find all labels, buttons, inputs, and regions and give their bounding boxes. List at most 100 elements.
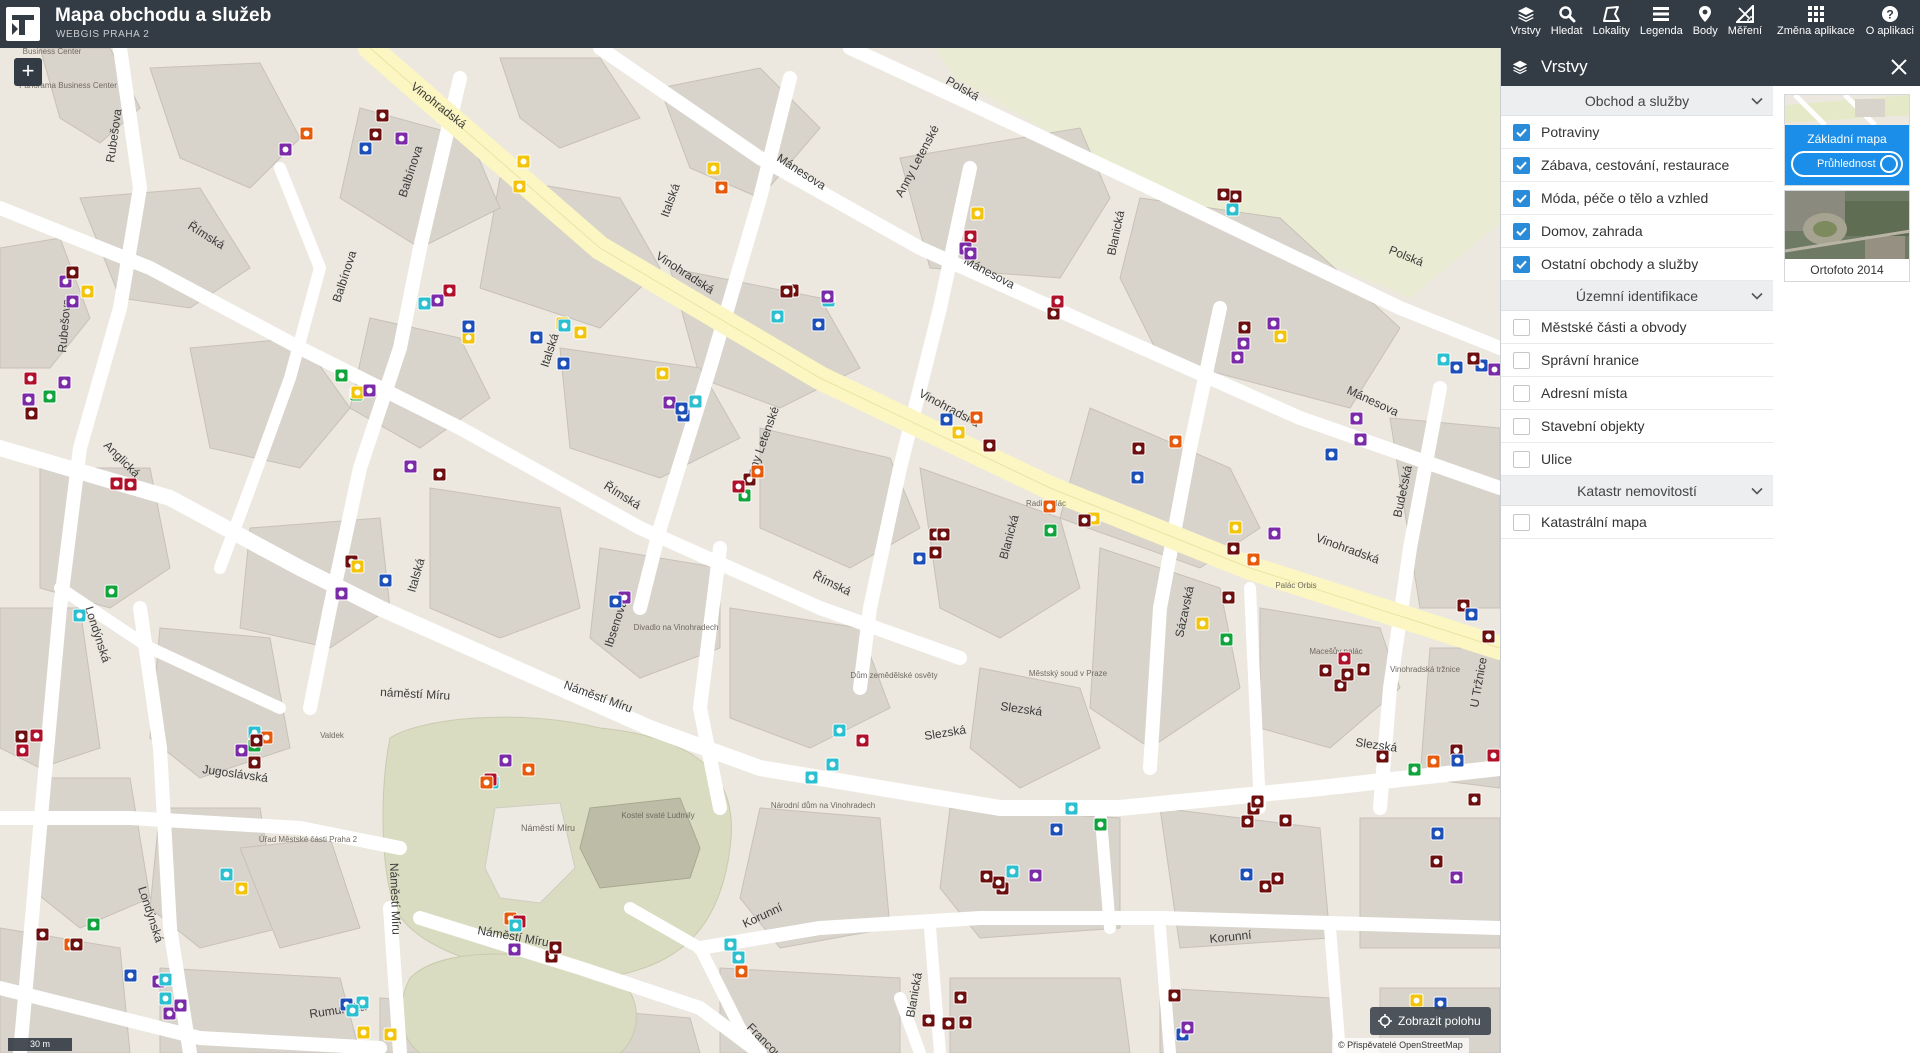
poi-marker-food[interactable] — [1226, 541, 1241, 556]
poi-marker-services[interactable] — [832, 723, 847, 738]
poi-marker-fashion[interactable] — [1349, 411, 1364, 426]
layer-item-mestske-casti[interactable]: Městské části a obvody — [1501, 311, 1773, 344]
poi-marker-food[interactable] — [69, 937, 84, 952]
poi-marker-pharmacy[interactable] — [23, 371, 38, 386]
layer-checkbox[interactable] — [1513, 190, 1530, 207]
poi-marker-food[interactable] — [368, 127, 383, 142]
poi-marker-food[interactable] — [1466, 351, 1481, 366]
poi-marker-food[interactable] — [1131, 441, 1146, 456]
map-canvas[interactable]: Vinohradská Vinohradská Vinohradská Vino… — [0, 48, 1500, 1053]
poi-marker-pharmacy[interactable] — [855, 733, 870, 748]
poi-marker-pharmacy[interactable] — [123, 477, 138, 492]
poi-marker-other[interactable] — [512, 179, 527, 194]
poi-marker-fashion[interactable] — [1487, 362, 1500, 377]
poi-marker-services[interactable] — [345, 1003, 360, 1018]
poi-marker-food[interactable] — [936, 527, 951, 542]
layer-checkbox[interactable] — [1513, 451, 1530, 468]
layer-checkbox[interactable] — [1513, 352, 1530, 369]
poi-marker-food[interactable] — [1318, 663, 1333, 678]
poi-marker-garden[interactable] — [334, 368, 349, 383]
poi-marker-food[interactable] — [1481, 629, 1496, 644]
poi-marker-fashion[interactable] — [430, 293, 445, 308]
poi-marker-garden[interactable] — [104, 584, 119, 599]
layer-checkbox[interactable] — [1513, 514, 1530, 531]
poi-marker-other[interactable] — [1409, 993, 1424, 1008]
poi-marker-services[interactable] — [825, 757, 840, 772]
poi-marker-services[interactable] — [158, 972, 173, 987]
poi-marker-services[interactable] — [219, 867, 234, 882]
poi-marker-pharmacy[interactable] — [442, 283, 457, 298]
poi-marker-pharmacy[interactable] — [29, 728, 44, 743]
opacity-toggle-knob[interactable] — [1880, 155, 1898, 173]
layer-item-zabava[interactable]: Zábava, cestování, restaurace — [1501, 149, 1773, 182]
poi-marker-food[interactable] — [921, 1013, 936, 1028]
close-panel-button[interactable] — [1888, 56, 1910, 78]
poi-marker-food[interactable] — [779, 284, 794, 299]
layer-checkbox[interactable] — [1513, 319, 1530, 336]
poi-marker-food[interactable] — [1167, 988, 1182, 1003]
poi-marker-other[interactable] — [1228, 520, 1243, 535]
poi-marker-food[interactable] — [1046, 306, 1061, 321]
app-logo[interactable] — [6, 7, 40, 41]
poi-marker-other[interactable] — [356, 1025, 371, 1040]
poi-marker-home[interactable] — [939, 412, 954, 427]
poi-marker-leisure[interactable] — [479, 775, 494, 790]
tool-legend[interactable]: Legenda — [1635, 0, 1688, 48]
poi-marker-home[interactable] — [1324, 447, 1339, 462]
poi-marker-other[interactable] — [350, 385, 365, 400]
poi-marker-food[interactable] — [1240, 814, 1255, 829]
poi-marker-home[interactable] — [912, 551, 927, 566]
poi-marker-home[interactable] — [811, 317, 826, 332]
layer-item-ostatni[interactable]: Ostatní obchody a služby — [1501, 248, 1773, 281]
poi-marker-home[interactable] — [1430, 826, 1445, 841]
poi-marker-home[interactable] — [378, 573, 393, 588]
poi-marker-pharmacy[interactable] — [963, 229, 978, 244]
layer-item-ulice[interactable]: Ulice — [1501, 443, 1773, 476]
poi-marker-leisure[interactable] — [1168, 434, 1183, 449]
poi-marker-fashion[interactable] — [662, 395, 677, 410]
poi-marker-fashion[interactable] — [57, 375, 72, 390]
poi-marker-fashion[interactable] — [21, 392, 36, 407]
poi-marker-home[interactable] — [674, 401, 689, 416]
poi-marker-other[interactable] — [655, 366, 670, 381]
poi-marker-services[interactable] — [557, 318, 572, 333]
poi-marker-fashion[interactable] — [820, 289, 835, 304]
poi-marker-other[interactable] — [350, 559, 365, 574]
poi-marker-other[interactable] — [706, 161, 721, 176]
poi-marker-leisure[interactable] — [969, 410, 984, 425]
poi-marker-fashion[interactable] — [1266, 316, 1281, 331]
tool-change-app[interactable]: Změna aplikace — [1767, 0, 1861, 48]
poi-marker-food[interactable] — [1228, 189, 1243, 204]
poi-marker-food[interactable] — [1278, 813, 1293, 828]
poi-marker-services[interactable] — [770, 309, 785, 324]
poi-marker-home[interactable] — [1049, 822, 1064, 837]
layer-item-domov[interactable]: Domov, zahrada — [1501, 215, 1773, 248]
poi-marker-fashion[interactable] — [963, 246, 978, 261]
zoom-in-button[interactable]: + — [14, 58, 42, 86]
poi-marker-other[interactable] — [573, 325, 588, 340]
poi-marker-fashion[interactable] — [1180, 1020, 1195, 1035]
poi-marker-food[interactable] — [1356, 662, 1371, 677]
poi-marker-food[interactable] — [375, 108, 390, 123]
opacity-toggle[interactable]: Průhlednost — [1791, 151, 1903, 177]
poi-marker-fashion[interactable] — [1230, 350, 1245, 365]
poi-marker-fashion[interactable] — [394, 131, 409, 146]
poi-marker-services[interactable] — [731, 950, 746, 965]
poi-marker-food[interactable] — [1340, 667, 1355, 682]
poi-marker-food[interactable] — [1375, 749, 1390, 764]
layer-item-spravni-hranice[interactable]: Správní hranice — [1501, 344, 1773, 377]
poi-marker-leisure[interactable] — [1426, 754, 1441, 769]
poi-marker-food[interactable] — [1467, 792, 1482, 807]
group-header-shops[interactable]: Obchod a služby — [1501, 86, 1773, 116]
layer-item-katastralni-mapa[interactable]: Katastrální mapa — [1501, 506, 1773, 539]
tool-measure[interactable]: Měření — [1723, 0, 1767, 48]
poi-marker-pharmacy[interactable] — [1337, 651, 1352, 666]
poi-marker-home[interactable] — [1130, 470, 1145, 485]
osm-attribution-link[interactable]: © Přispěvatelé OpenStreetMap — [1338, 1040, 1463, 1050]
poi-marker-leisure[interactable] — [299, 126, 314, 141]
poi-marker-food[interactable] — [548, 940, 563, 955]
poi-marker-fashion[interactable] — [1353, 432, 1368, 447]
basemap-ortofoto[interactable]: Ortofoto 2014 — [1784, 190, 1910, 282]
poi-marker-services[interactable] — [1005, 864, 1020, 879]
poi-marker-food[interactable] — [1237, 320, 1252, 335]
